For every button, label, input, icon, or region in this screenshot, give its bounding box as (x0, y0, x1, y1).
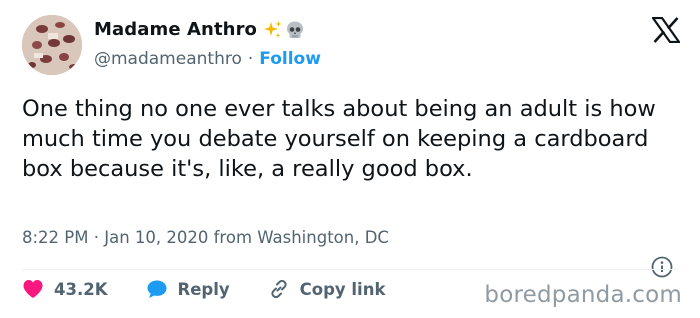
x-logo-icon[interactable] (652, 17, 680, 43)
sparkles-icon (264, 20, 282, 38)
watermark: boredpanda.com (484, 282, 682, 308)
copy-link-label: Copy link (299, 279, 386, 299)
name-emojis (263, 20, 305, 40)
display-name[interactable]: Madame Anthro (94, 19, 257, 40)
divider (22, 269, 678, 270)
avatar-image (22, 15, 82, 75)
author-handle-row: @madameanthro · Follow (94, 49, 321, 69)
follow-button[interactable]: Follow (259, 49, 321, 69)
copy-link-button[interactable]: Copy link (268, 278, 386, 300)
separator-dot: · (247, 49, 254, 69)
heart-icon (23, 280, 43, 298)
handle[interactable]: @madameanthro (94, 49, 242, 69)
tweet-text: One thing no one ever talks about being … (22, 96, 656, 182)
author-name-row: Madame Anthro (94, 19, 305, 40)
reply-bubble-icon (147, 280, 166, 298)
reply-button[interactable]: Reply (146, 279, 230, 299)
tweet-timestamp[interactable]: 8:22 PM · Jan 10, 2020 from Washington, … (22, 228, 389, 247)
info-icon[interactable] (651, 256, 673, 278)
tweet-actions: 43.2K Reply Copy link (22, 278, 415, 300)
like-button[interactable]: 43.2K (22, 279, 108, 299)
skull-icon (287, 21, 304, 38)
likes-count: 43.2K (54, 279, 108, 299)
link-icon (271, 279, 287, 299)
reply-label: Reply (177, 279, 230, 299)
avatar[interactable] (22, 15, 82, 75)
